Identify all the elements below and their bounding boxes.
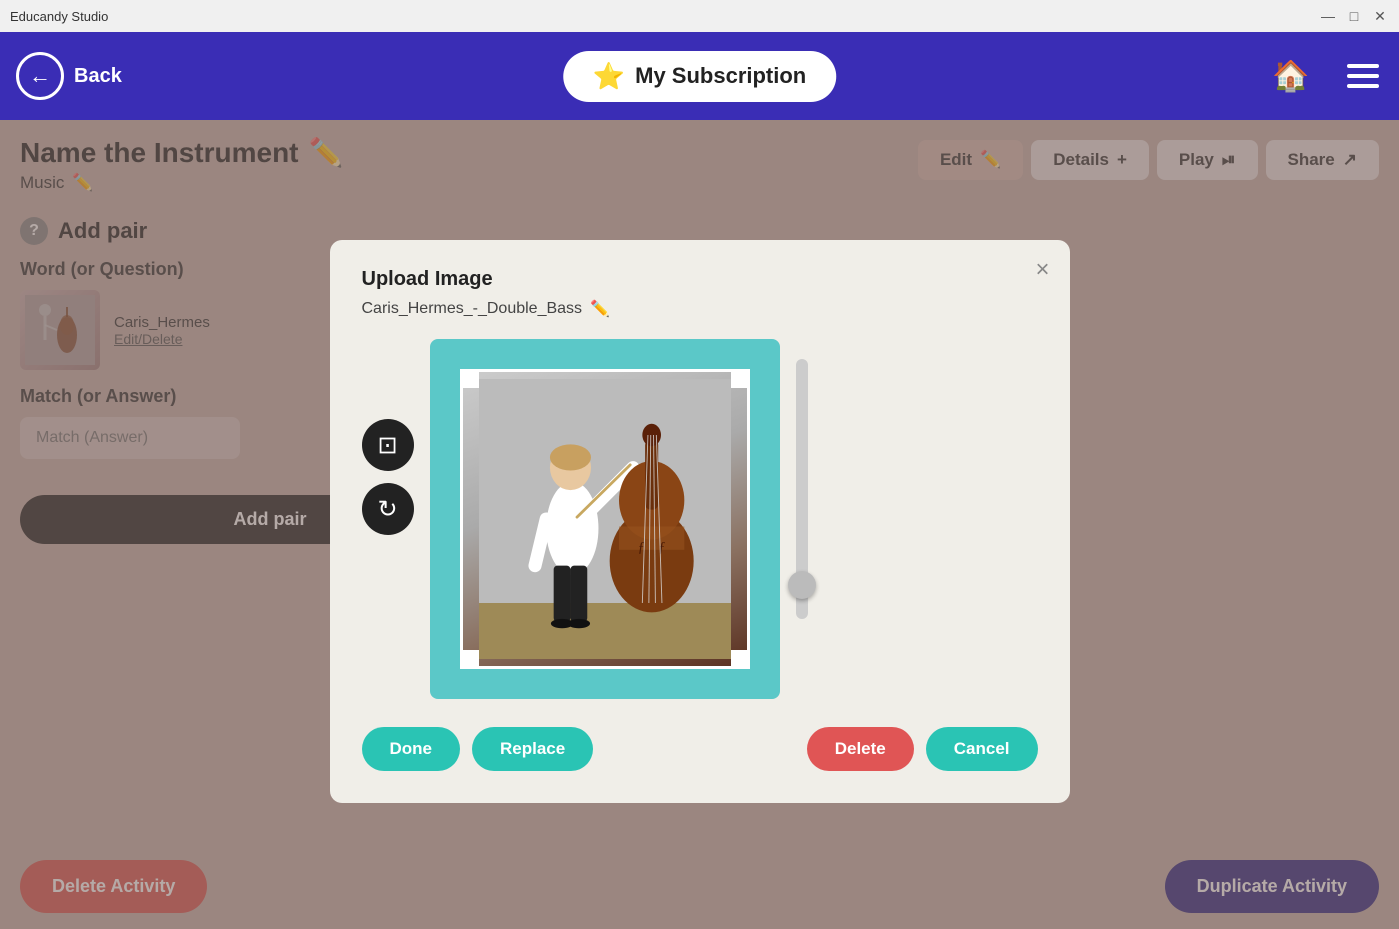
header: ← Back ⭐ My Subscription 🏠 (0, 32, 1399, 120)
modal-replace-button[interactable]: Replace (472, 727, 593, 771)
crop-corner-tr[interactable] (731, 370, 749, 388)
crop-corner-tl[interactable] (461, 370, 479, 388)
crop-container[interactable]: ƒ ƒ (430, 339, 780, 699)
rotate-tool-button[interactable]: ↻ (362, 483, 414, 535)
close-button[interactable]: ✕ (1371, 7, 1389, 25)
titlebar-controls[interactable]: — □ ✕ (1319, 7, 1389, 25)
modal-cancel-button[interactable]: Cancel (926, 727, 1038, 771)
minimize-button[interactable]: — (1319, 7, 1337, 25)
crop-corner-br[interactable] (731, 650, 749, 668)
modal-title: Upload Image (362, 268, 1038, 291)
filename-edit-icon[interactable]: ✏️ (590, 299, 610, 319)
modal-filename-row: Caris_Hermes_-_Double_Bass ✏️ (362, 299, 1038, 319)
home-icon: 🏠 (1272, 59, 1309, 94)
home-button[interactable]: 🏠 (1255, 32, 1327, 120)
crop-tool-button[interactable]: ⊡ (362, 419, 414, 471)
modal-filename: Caris_Hermes_-_Double_Bass (362, 300, 583, 318)
modal-right-actions: Delete Cancel (807, 727, 1038, 771)
back-label: Back (74, 65, 122, 88)
modal-close-button[interactable]: × (1035, 256, 1049, 284)
app-name: Educandy Studio (10, 9, 108, 24)
zoom-slider-track[interactable] (796, 359, 808, 619)
main-content: Name the Instrument ✏️ Music ✏️ Edit ✏️ … (0, 120, 1399, 929)
image-crop-area: ⊡ ↻ (362, 339, 1038, 699)
modal-delete-button[interactable]: Delete (807, 727, 914, 771)
subscription-button[interactable]: ⭐ My Subscription (563, 51, 837, 102)
zoom-slider-container (796, 349, 808, 689)
menu-button[interactable] (1327, 32, 1399, 120)
modal-actions: Done Replace Delete Cancel (362, 727, 1038, 771)
hamburger-icon (1347, 64, 1379, 88)
crop-corner-bl[interactable] (461, 650, 479, 668)
titlebar: Educandy Studio — □ ✕ (0, 0, 1399, 32)
modal-left-actions: Done Replace (362, 727, 594, 771)
crop-icon: ⊡ (377, 431, 397, 460)
back-circle-icon: ← (16, 52, 64, 100)
crop-image: ƒ ƒ (460, 369, 750, 669)
left-tools: ⊡ ↻ (362, 419, 414, 535)
upload-image-modal: × Upload Image Caris_Hermes_-_Double_Bas… (330, 240, 1070, 803)
svg-text:ƒ: ƒ (658, 540, 665, 556)
subscription-label: My Subscription (635, 63, 806, 89)
modal-done-button[interactable]: Done (362, 727, 461, 771)
rotate-icon: ↻ (377, 495, 397, 524)
header-right: 🏠 (1255, 32, 1399, 120)
star-icon: ⭐ (593, 61, 625, 92)
maximize-button[interactable]: □ (1345, 7, 1363, 25)
zoom-slider-thumb[interactable] (788, 571, 816, 599)
instrument-image-svg: ƒ ƒ (470, 379, 740, 659)
back-button[interactable]: ← Back (16, 52, 122, 100)
